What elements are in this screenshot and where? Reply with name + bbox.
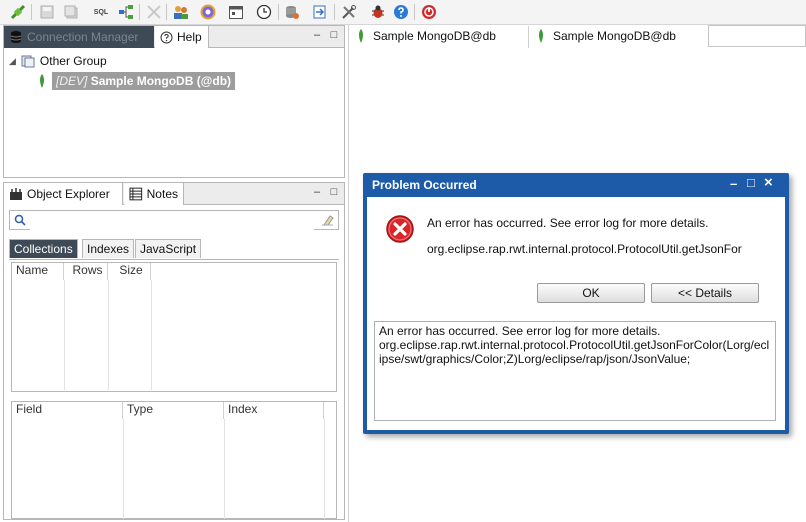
- users-icon[interactable]: [172, 3, 190, 21]
- column-header-name[interactable]: Name: [12, 263, 64, 280]
- error-message: An error has occurred. See error log for…: [427, 216, 709, 230]
- main-toolbar: SQL: [0, 0, 806, 25]
- subtab-collections[interactable]: Collections: [9, 239, 78, 258]
- column-header-index[interactable]: Index: [224, 402, 324, 419]
- bug-icon[interactable]: [369, 3, 387, 21]
- stamp-icon[interactable]: [199, 3, 217, 21]
- tab-help[interactable]: Help: [155, 26, 209, 48]
- tab-notes-label: Notes: [146, 187, 178, 201]
- error-icon: [386, 215, 414, 243]
- dialog-minimize-icon[interactable]: –: [730, 176, 737, 191]
- help-icon[interactable]: [392, 3, 410, 21]
- tab-help-label: Help: [177, 30, 202, 44]
- editor-tab-1[interactable]: Sample MongoDB@db: [357, 29, 496, 43]
- details-button[interactable]: << Details: [651, 283, 759, 303]
- tree-item-label-box[interactable]: [DEV] Sample MongoDB (@db): [52, 72, 236, 90]
- database-export-icon[interactable]: [283, 3, 301, 21]
- editor-tab-bar: Sample MongoDB@db Sample MongoDB@db: [349, 25, 806, 49]
- tree-item-connection[interactable]: [DEV] Sample MongoDB (@db): [38, 72, 236, 90]
- clear-eraser-icon[interactable]: [321, 214, 334, 226]
- minimize-icon[interactable]: –: [311, 29, 323, 41]
- subtab-indexes[interactable]: Indexes: [82, 239, 135, 258]
- stop-icon[interactable]: [420, 3, 438, 21]
- collections-subtab-bar: Collections Indexes JavaScript: [9, 239, 339, 260]
- column-header-field[interactable]: Field: [12, 402, 123, 419]
- maximize-icon[interactable]: □: [328, 29, 340, 41]
- sql-icon[interactable]: SQL: [90, 3, 112, 21]
- explorer-icon: [10, 188, 22, 200]
- fields-table: Field Type Index: [11, 401, 337, 519]
- mongodb-leaf-icon: [539, 29, 543, 43]
- tab-connection-manager-label: Connection Manager: [27, 30, 139, 44]
- hierarchy-icon[interactable]: [117, 3, 135, 21]
- maximize-icon[interactable]: □: [328, 186, 340, 198]
- dialog-maximize-icon[interactable]: □: [747, 175, 755, 190]
- search-input[interactable]: [30, 212, 314, 230]
- connection-name: Sample MongoDB (@db): [90, 74, 232, 88]
- editor-tab-2[interactable]: Sample MongoDB@db: [537, 29, 676, 43]
- tools-icon[interactable]: [340, 3, 358, 21]
- subtab-javascript[interactable]: JavaScript: [135, 239, 202, 258]
- object-explorer-pane: Object Explorer Notes – □ Collections In…: [3, 182, 345, 520]
- connect-icon[interactable]: [9, 3, 27, 21]
- tab-object-explorer[interactable]: Object Explorer: [4, 183, 123, 205]
- column-header-type[interactable]: Type: [123, 402, 224, 419]
- editor-tab-label: Sample MongoDB@db: [553, 29, 676, 43]
- env-prefix: [DEV]: [56, 74, 88, 88]
- save-icon[interactable]: [38, 3, 56, 21]
- object-search-field[interactable]: [9, 210, 339, 230]
- tab-notes[interactable]: Notes: [124, 183, 184, 205]
- column-header-size[interactable]: Size: [108, 263, 151, 280]
- tab-object-explorer-label: Object Explorer: [27, 187, 110, 201]
- dialog-close-icon[interactable]: ×: [764, 174, 773, 191]
- tree-group-label: Other Group: [39, 54, 107, 68]
- server-group-icon: [21, 55, 35, 68]
- column-header-rows[interactable]: Rows: [64, 263, 108, 280]
- notes-icon: [129, 187, 143, 201]
- connection-manager-pane: Connection Manager Help – □ ◢ Other Grou…: [3, 25, 345, 178]
- database-import-icon[interactable]: [311, 3, 329, 21]
- error-detail-line: org.eclipse.rap.rwt.internal.protocol.Pr…: [427, 242, 742, 256]
- dialog-title: Problem Occurred: [372, 178, 477, 192]
- tab-connection-manager[interactable]: Connection Manager: [4, 26, 154, 48]
- mongodb-leaf-icon: [359, 29, 363, 43]
- dialog-body: An error has occurred. See error log for…: [367, 197, 785, 430]
- save-all-icon[interactable]: [62, 3, 80, 21]
- problem-dialog: Problem Occurred – □ × An error has occu…: [363, 173, 789, 434]
- search-icon: [14, 214, 26, 226]
- ok-button[interactable]: OK: [537, 283, 645, 303]
- help-circle-icon: [160, 31, 173, 43]
- mongodb-leaf-icon: [40, 74, 44, 88]
- collapse-arrow-icon[interactable]: ◢: [9, 56, 16, 67]
- database-icon: [10, 31, 22, 43]
- minimize-icon[interactable]: –: [311, 186, 323, 198]
- collections-table: Name Rows Size: [11, 262, 337, 392]
- history-icon[interactable]: [255, 3, 273, 21]
- calendar-icon[interactable]: [227, 3, 245, 21]
- editor-tab-overflow-field[interactable]: [708, 25, 806, 47]
- error-details-text: An error has occurred. See error log for…: [374, 321, 776, 421]
- tree-group-other[interactable]: ◢ Other Group: [9, 54, 107, 68]
- editor-tab-label: Sample MongoDB@db: [373, 29, 496, 43]
- disconnect-icon[interactable]: [145, 3, 163, 21]
